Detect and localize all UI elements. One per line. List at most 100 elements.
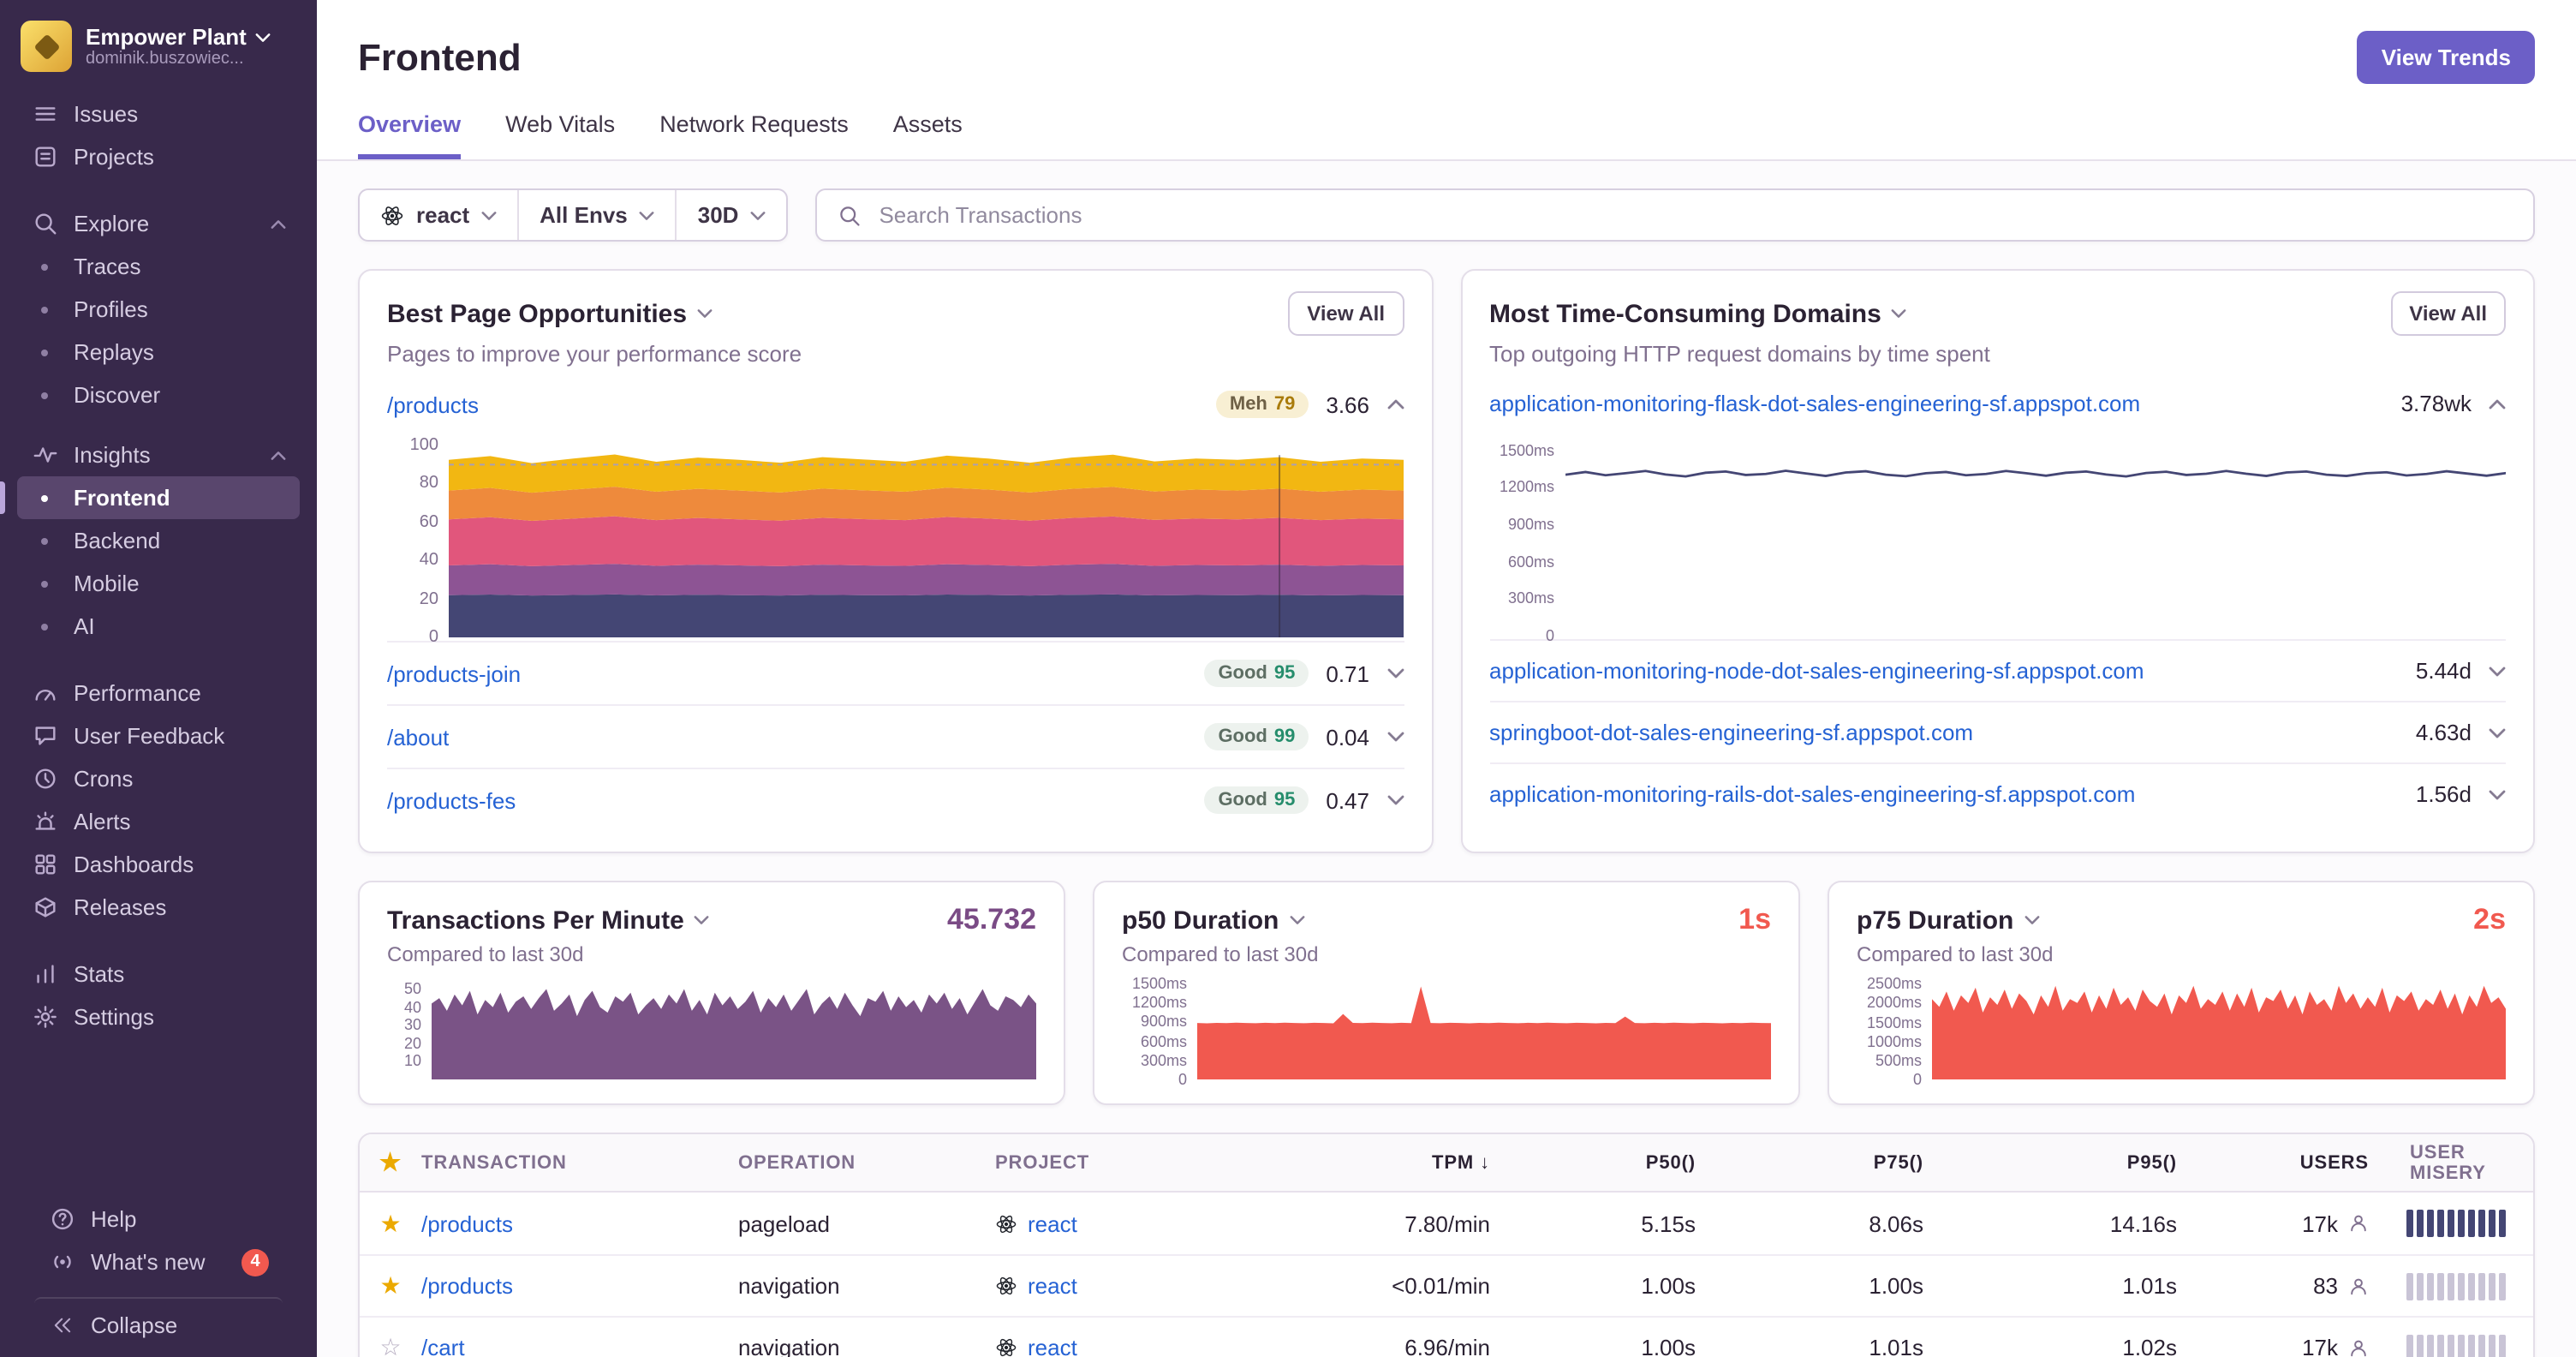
user-misery-bars <box>2396 1210 2533 1237</box>
domain-link[interactable]: application-monitoring-rails-dot-sales-e… <box>1489 781 2135 807</box>
sidebar-section-explore[interactable]: Explore <box>17 202 300 245</box>
p75-value: 2s <box>2473 903 2506 936</box>
domain-row[interactable]: application-monitoring-node-dot-sales-en… <box>1489 639 2506 701</box>
sidebar-item-label: Mobile <box>74 571 140 596</box>
org-switcher[interactable]: Empower Plant dominik.buszowiec... <box>0 0 317 93</box>
page-link[interactable]: /products <box>387 392 479 417</box>
sidebar-item-backend[interactable]: Backend <box>17 519 300 562</box>
view-all-button[interactable]: View All <box>2390 291 2506 336</box>
time-consuming-domains-title[interactable]: Most Time-Consuming Domains <box>1489 299 1907 328</box>
user-icon <box>2348 1337 2369 1357</box>
page-link[interactable]: /products-fes <box>387 787 516 813</box>
sidebar-item-mobile[interactable]: Mobile <box>17 562 300 605</box>
sidebar-item-issues[interactable]: Issues <box>17 93 300 135</box>
sidebar-section-insights[interactable]: Insights <box>17 433 300 476</box>
chevron-down-icon[interactable] <box>1386 795 1404 805</box>
sidebar-item-replays[interactable]: Replays <box>17 331 300 374</box>
transaction-link[interactable]: /cart <box>421 1335 465 1357</box>
star-toggle[interactable]: ★ <box>360 1271 421 1300</box>
bullet-icon <box>31 494 58 501</box>
date-range-filter[interactable]: 30D <box>675 190 787 240</box>
sidebar-item-releases[interactable]: Releases <box>17 886 300 929</box>
col-transaction[interactable]: TRANSACTION <box>421 1152 738 1173</box>
table-row[interactable]: ★ /products navigation react <0.01/min 1… <box>360 1254 2533 1316</box>
chevron-down-icon[interactable] <box>1386 732 1404 742</box>
table-row[interactable]: ☆ /cart navigation react 6.96/min 1.00s … <box>360 1316 2533 1357</box>
sidebar-item-settings[interactable]: Settings <box>17 995 300 1038</box>
view-all-button[interactable]: View All <box>1288 291 1404 336</box>
tab-assets[interactable]: Assets <box>893 111 963 159</box>
chevron-up-icon <box>271 218 286 229</box>
domain-link[interactable]: application-monitoring-node-dot-sales-en… <box>1489 658 2144 684</box>
tab-web-vitals[interactable]: Web Vitals <box>505 111 615 159</box>
sidebar-item-performance[interactable]: Performance <box>17 672 300 714</box>
p50-cell: 1.00s <box>1641 1273 1696 1299</box>
sidebar-item-whats-new[interactable]: What's new 4 <box>34 1240 283 1283</box>
domain-row[interactable]: application-monitoring-flask-dot-sales-e… <box>1489 374 2506 433</box>
domain-row[interactable]: springboot-dot-sales-engineering-sf.apps… <box>1489 701 2506 762</box>
page-link[interactable]: /products-join <box>387 661 521 686</box>
project-cell[interactable]: react <box>995 1211 1321 1236</box>
opportunity-value: 0.47 <box>1326 787 1369 813</box>
domain-link[interactable]: application-monitoring-flask-dot-sales-e… <box>1489 391 2140 416</box>
best-page-opportunities-title[interactable]: Best Page Opportunities <box>387 299 713 328</box>
project-cell[interactable]: react <box>995 1273 1321 1299</box>
search-icon <box>31 211 58 236</box>
view-trends-button[interactable]: View Trends <box>2357 31 2535 84</box>
transaction-link[interactable]: /products <box>421 1273 513 1299</box>
col-project[interactable]: PROJECT <box>995 1152 1321 1173</box>
col-operation[interactable]: OPERATION <box>738 1152 995 1173</box>
search-transactions-input[interactable] <box>875 200 2513 230</box>
p50-value: 1s <box>1738 903 1771 936</box>
sidebar-item-discover[interactable]: Discover <box>17 374 300 416</box>
sidebar-item-ai[interactable]: AI <box>17 605 300 648</box>
chevron-down-icon[interactable] <box>2489 727 2506 738</box>
transaction-link[interactable]: /products <box>421 1211 513 1236</box>
col-user-misery[interactable]: USER MISERY <box>2396 1142 2533 1183</box>
p50-card-title[interactable]: p50 Duration <box>1122 906 1304 935</box>
chevron-down-icon[interactable] <box>2489 666 2506 676</box>
p75-cell: 8.06s <box>1869 1211 1923 1236</box>
domain-link[interactable]: springboot-dot-sales-engineering-sf.apps… <box>1489 720 1973 745</box>
page-link[interactable]: /about <box>387 724 449 750</box>
grid-icon <box>31 852 58 877</box>
col-p95[interactable]: P95() <box>1951 1152 2204 1173</box>
opportunity-row[interactable]: /products-join Good 95 0.71 <box>387 641 1404 704</box>
sidebar-item-profiles[interactable]: Profiles <box>17 288 300 331</box>
sidebar-item-dashboards[interactable]: Dashboards <box>17 843 300 886</box>
project-cell[interactable]: react <box>995 1335 1321 1357</box>
col-users[interactable]: USERS <box>2204 1152 2396 1173</box>
chevron-up-icon[interactable] <box>2489 398 2506 409</box>
sidebar-item-projects[interactable]: Projects <box>17 135 300 178</box>
sidebar-item-frontend[interactable]: Frontend <box>0 476 300 519</box>
sidebar-item-stats[interactable]: Stats <box>17 953 300 995</box>
sidebar-collapse-button[interactable]: Collapse <box>34 1297 283 1340</box>
p75-card-title[interactable]: p75 Duration <box>1857 906 2039 935</box>
opportunity-value: 0.04 <box>1326 724 1369 750</box>
sidebar-item-traces[interactable]: Traces <box>17 245 300 288</box>
sidebar-item-alerts[interactable]: Alerts <box>17 800 300 843</box>
star-toggle[interactable]: ☆ <box>360 1333 421 1357</box>
opportunity-row[interactable]: /about Good 99 0.04 <box>387 704 1404 768</box>
tpm-card-title[interactable]: Transactions Per Minute <box>387 906 710 935</box>
sidebar-item-label: Profiles <box>74 296 148 322</box>
opportunity-row[interactable]: /products-fes Good 95 0.47 <box>387 768 1404 831</box>
table-row[interactable]: ★ /products pageload react 7.80/min 5.15… <box>360 1193 2533 1254</box>
col-p50[interactable]: P50() <box>1518 1152 1723 1173</box>
environment-filter[interactable]: All Envs <box>517 190 676 240</box>
chevron-up-icon[interactable] <box>1386 399 1404 409</box>
opportunity-row[interactable]: /products Meh 79 3.66 <box>387 374 1404 435</box>
project-filter[interactable]: react <box>360 190 517 240</box>
sidebar-item-crons[interactable]: Crons <box>17 757 300 800</box>
col-p75[interactable]: P75() <box>1723 1152 1951 1173</box>
chevron-down-icon <box>640 211 655 219</box>
star-toggle[interactable]: ★ <box>360 1209 421 1238</box>
domain-row[interactable]: application-monitoring-rails-dot-sales-e… <box>1489 762 2506 824</box>
col-tpm[interactable]: TPM ↓ <box>1321 1152 1518 1173</box>
tab-overview[interactable]: Overview <box>358 111 462 159</box>
tab-network-requests[interactable]: Network Requests <box>659 111 849 159</box>
sidebar-item-user-feedback[interactable]: User Feedback <box>17 714 300 757</box>
chevron-down-icon[interactable] <box>1386 668 1404 678</box>
sidebar-item-help[interactable]: Help <box>34 1198 283 1240</box>
chevron-down-icon[interactable] <box>2489 789 2506 799</box>
